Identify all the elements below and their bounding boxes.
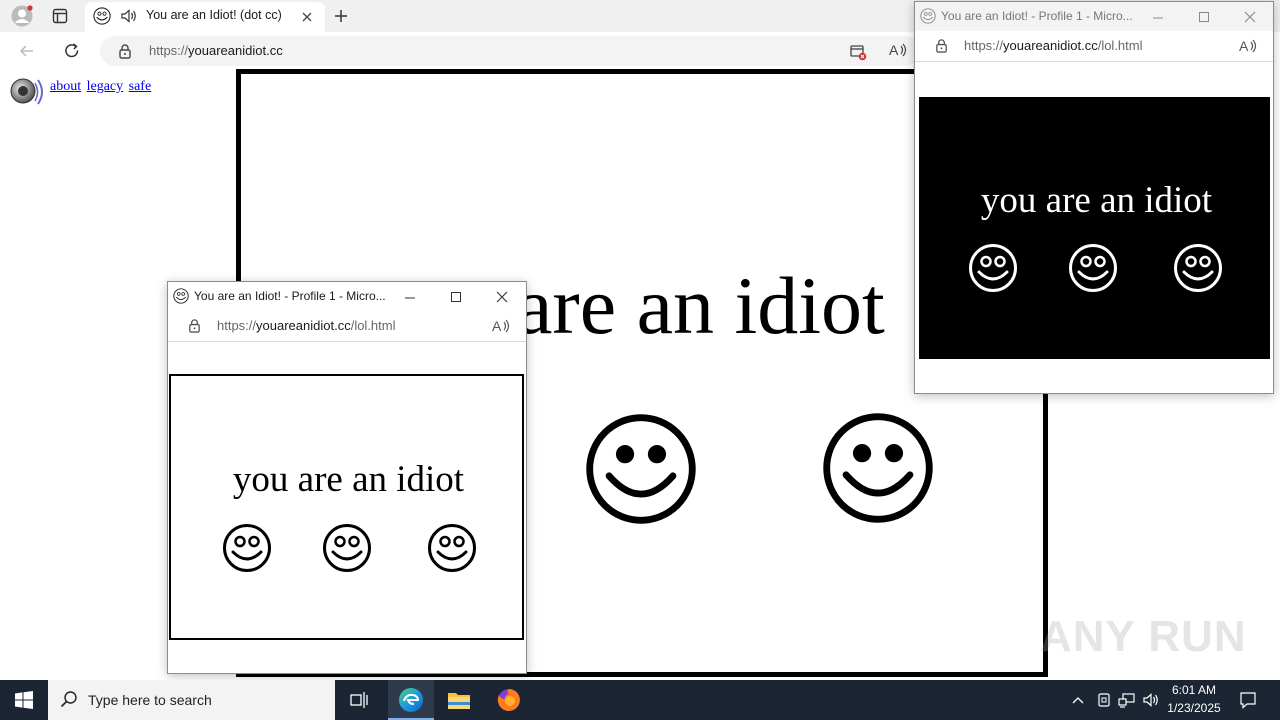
clock-date[interactable]: 1/23/2025 xyxy=(1163,701,1225,715)
smiley-icon xyxy=(584,412,698,526)
speaker-icon[interactable] xyxy=(119,7,137,25)
address-url[interactable]: https://youareanidiot.cc xyxy=(149,43,283,58)
close-tab-icon[interactable] xyxy=(298,8,316,26)
popup-window-black[interactable]: You are an Idiot! - Profile 1 - Micro...… xyxy=(914,1,1274,394)
device-icon[interactable] xyxy=(1094,690,1114,710)
profile-avatar-icon[interactable] xyxy=(10,4,34,28)
nav-links: about legacy safe xyxy=(50,79,153,95)
smiley-icon xyxy=(322,523,372,573)
maximize-icon[interactable] xyxy=(446,287,466,307)
chevron-up-icon[interactable] xyxy=(1068,690,1088,710)
popup-content-black: you are an idiot xyxy=(919,97,1270,359)
maximize-icon[interactable] xyxy=(1194,7,1214,27)
main-idiot-text: are an idiot xyxy=(516,260,885,351)
file-explorer-icon[interactable] xyxy=(442,680,476,720)
popup-url[interactable]: https://youareanidiot.cc/lol.html xyxy=(964,38,1143,53)
task-view-icon[interactable] xyxy=(343,680,377,720)
speaker-logo-icon xyxy=(8,74,46,110)
edge-icon xyxy=(398,687,424,713)
popup-blocked-icon[interactable] xyxy=(848,42,868,62)
anyrun-watermark: ANY RUN xyxy=(1040,612,1247,661)
firefox-icon[interactable] xyxy=(492,680,526,720)
smiley-icon xyxy=(1068,243,1118,293)
safe-link[interactable]: safe xyxy=(129,79,152,94)
new-tab-icon[interactable] xyxy=(330,5,352,27)
popup-content-white: you are an idiot xyxy=(169,374,524,640)
network-icon[interactable] xyxy=(1117,690,1137,710)
smiley-icon xyxy=(222,523,272,573)
tab-actions-icon[interactable] xyxy=(50,6,70,26)
minimize-icon[interactable] xyxy=(1148,7,1168,27)
popup-titlebar[interactable]: You are an Idiot! - Profile 1 - Micro... xyxy=(168,282,526,311)
lock-icon xyxy=(187,318,202,333)
lock-icon[interactable] xyxy=(117,43,133,59)
search-placeholder[interactable]: Type here to search xyxy=(88,692,212,708)
popup-idiot-text: you are an idiot xyxy=(232,459,465,500)
smiley-icon xyxy=(821,411,935,525)
lock-icon xyxy=(934,38,949,53)
volume-icon[interactable] xyxy=(1141,690,1161,710)
read-aloud-icon[interactable] xyxy=(889,42,907,60)
smiley-icon xyxy=(968,243,1018,293)
smiley-favicon-icon xyxy=(93,7,111,25)
popup-address-bar[interactable]: https://youareanidiot.cc/lol.html xyxy=(168,311,526,342)
popup-url[interactable]: https://youareanidiot.cc/lol.html xyxy=(217,318,396,333)
search-icon xyxy=(60,690,80,710)
read-aloud-icon[interactable] xyxy=(492,318,510,334)
smiley-favicon-icon xyxy=(173,288,189,304)
close-icon[interactable] xyxy=(1240,7,1260,27)
about-link[interactable]: about xyxy=(50,79,81,94)
close-icon[interactable] xyxy=(492,287,512,307)
clock-time[interactable]: 6:01 AM xyxy=(1163,683,1225,697)
smiley-icon xyxy=(1173,243,1223,293)
smiley-icon xyxy=(427,523,477,573)
windows-start-icon[interactable] xyxy=(0,680,48,720)
popup-titlebar[interactable]: You are an Idiot! - Profile 1 - Micro... xyxy=(915,2,1273,31)
refresh-icon[interactable] xyxy=(61,40,83,62)
popup-title: You are an Idiot! - Profile 1 - Micro... xyxy=(194,289,386,303)
back-icon[interactable] xyxy=(16,40,38,62)
popup-title: You are an Idiot! - Profile 1 - Micro... xyxy=(941,9,1133,23)
edge-taskbar-button[interactable] xyxy=(388,680,434,720)
legacy-link[interactable]: legacy xyxy=(87,79,124,94)
smiley-favicon-icon xyxy=(920,8,936,24)
popup-window-white[interactable]: You are an Idiot! - Profile 1 - Micro...… xyxy=(167,281,527,674)
popup-address-bar[interactable]: https://youareanidiot.cc/lol.html xyxy=(915,31,1273,62)
popup-idiot-text: you are an idiot xyxy=(980,180,1213,221)
minimize-icon[interactable] xyxy=(400,287,420,307)
notifications-icon[interactable] xyxy=(1234,686,1262,714)
read-aloud-icon[interactable] xyxy=(1239,38,1257,54)
tab-title: You are an Idiot! (dot cc) xyxy=(146,8,282,22)
